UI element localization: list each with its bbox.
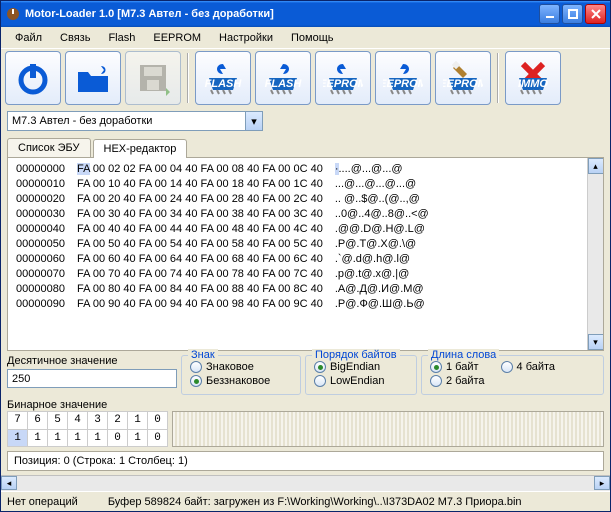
- immo-off-button[interactable]: IMMO: [505, 51, 561, 105]
- status-bar: Нет операций Буфер 589824 байт: загружен…: [1, 491, 610, 511]
- scroll-down-icon[interactable]: ▾: [588, 334, 604, 350]
- scroll-right-icon[interactable]: ▸: [594, 476, 610, 490]
- endian-legend: Порядок байтов: [312, 349, 400, 361]
- menu-file[interactable]: Файл: [7, 30, 50, 46]
- separator: [187, 53, 189, 103]
- eeprom-tool-button[interactable]: EEPROM: [435, 51, 491, 105]
- hex-pane: 00000000 00000010 00000020 00000030 0000…: [7, 157, 604, 351]
- binary-label: Бинарное значение: [7, 399, 107, 411]
- open-button[interactable]: [65, 51, 121, 105]
- toolbar: FLASH FLASH EEPROM EEPROM EEPROM IMMO: [1, 49, 610, 107]
- power-button[interactable]: [5, 51, 61, 105]
- flash-write-button[interactable]: FLASH: [255, 51, 311, 105]
- decimal-label: Десятичное значение: [7, 355, 177, 367]
- svg-text:EEPROM: EEPROM: [383, 78, 423, 90]
- vertical-scrollbar[interactable]: ▴ ▾: [587, 158, 603, 350]
- svg-text:EEPROM: EEPROM: [443, 78, 483, 90]
- minimize-button[interactable]: [539, 4, 560, 24]
- eeprom-write-button[interactable]: EEPROM: [375, 51, 431, 105]
- flash-read-button[interactable]: FLASH: [195, 51, 251, 105]
- word4-radio[interactable]: 4 байта: [501, 360, 556, 374]
- separator: [497, 53, 499, 103]
- svg-text:FLASH: FLASH: [205, 78, 243, 90]
- svg-text:IMMO: IMMO: [518, 78, 548, 90]
- svg-text:FLASH: FLASH: [265, 78, 303, 90]
- titlebar: Motor-Loader 1.0 [M7.3 Автел - без дораб…: [1, 1, 610, 27]
- horizontal-scrollbar[interactable]: ◂ ▸: [1, 475, 610, 491]
- app-icon: [5, 6, 21, 22]
- menu-settings[interactable]: Настройки: [211, 30, 281, 46]
- menu-flash[interactable]: Flash: [100, 30, 143, 46]
- word1-radio[interactable]: 1 байт: [430, 360, 485, 374]
- window-title: Motor-Loader 1.0 [M7.3 Автел - без дораб…: [25, 8, 274, 20]
- menubar: Файл Связь Flash EEPROM Настройки Помощь: [1, 27, 610, 49]
- signed-radio[interactable]: Знаковое: [190, 360, 292, 374]
- ecu-select-value: M7.3 Автел - без доработки: [12, 115, 152, 127]
- chevron-down-icon[interactable]: ▾: [245, 112, 262, 130]
- status-buffer: Буфер 589824 байт: загружен из F:\Workin…: [108, 496, 522, 508]
- sign-legend: Знак: [188, 349, 218, 361]
- decimal-input[interactable]: [7, 369, 177, 388]
- hex-view[interactable]: 00000000 00000010 00000020 00000030 0000…: [8, 158, 587, 316]
- ecu-select[interactable]: M7.3 Автел - без доработки ▾: [7, 111, 263, 131]
- bit-slider[interactable]: [172, 411, 604, 447]
- tab-ecu-list[interactable]: Список ЭБУ: [7, 138, 91, 157]
- unsigned-radio[interactable]: Беззнаковое: [190, 374, 292, 388]
- status-ops: Нет операций: [7, 496, 78, 508]
- wordlen-legend: Длина слова: [428, 349, 499, 361]
- lowendian-radio[interactable]: LowEndian: [314, 374, 408, 388]
- close-button[interactable]: [585, 4, 606, 24]
- svg-text:EEPROM: EEPROM: [323, 78, 363, 90]
- menu-eeprom[interactable]: EEPROM: [145, 30, 209, 46]
- save-button: [125, 51, 181, 105]
- menu-conn[interactable]: Связь: [52, 30, 98, 46]
- word2-radio[interactable]: 2 байта: [430, 374, 485, 388]
- menu-help[interactable]: Помощь: [283, 30, 342, 46]
- bit-table[interactable]: 76543210 11111010: [7, 411, 168, 447]
- position-readout: Позиция: 0 (Строка: 1 Столбец: 1): [7, 451, 604, 471]
- scroll-track[interactable]: [588, 174, 604, 334]
- eeprom-read-button[interactable]: EEPROM: [315, 51, 371, 105]
- bigendian-radio[interactable]: BigEndian: [314, 360, 408, 374]
- sign-group: Знак Знаковое Беззнаковое: [181, 355, 301, 395]
- tab-hex-editor[interactable]: HEX-редактор: [93, 139, 188, 158]
- maximize-button[interactable]: [562, 4, 583, 24]
- scroll-up-icon[interactable]: ▴: [588, 158, 604, 174]
- wordlen-group: Длина слова 1 байт 2 байта 4 байта: [421, 355, 604, 395]
- endian-group: Порядок байтов BigEndian LowEndian: [305, 355, 417, 395]
- scroll-left-icon[interactable]: ◂: [1, 476, 17, 490]
